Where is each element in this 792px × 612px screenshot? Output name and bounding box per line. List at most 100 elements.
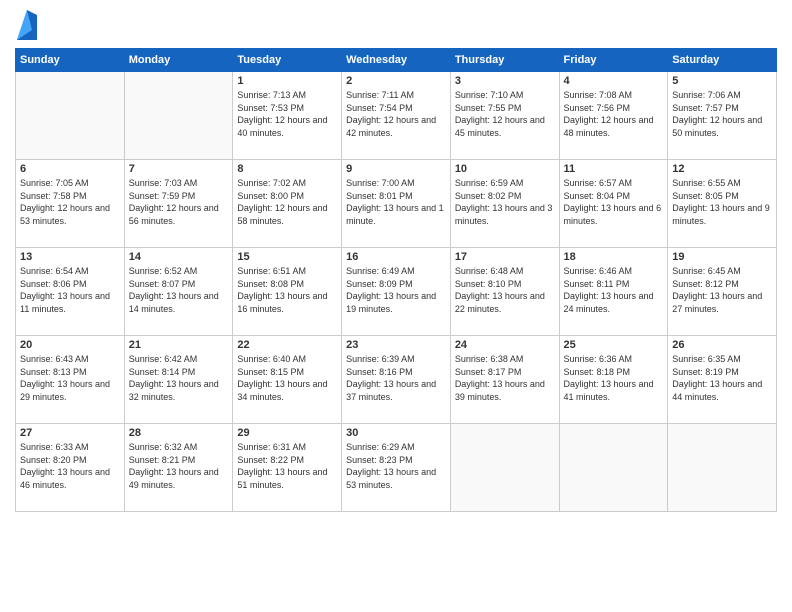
day-number: 2 bbox=[346, 75, 446, 87]
day-number: 7 bbox=[129, 163, 229, 175]
calendar-cell: 27 Sunrise: 6:33 AM Sunset: 8:20 PM Dayli… bbox=[16, 424, 125, 512]
day-number: 1 bbox=[237, 75, 337, 87]
day-number: 3 bbox=[455, 75, 555, 87]
day-info: Sunrise: 6:35 AM Sunset: 8:19 PM Dayligh… bbox=[672, 353, 772, 403]
calendar-cell bbox=[450, 424, 559, 512]
day-number: 16 bbox=[346, 251, 446, 263]
calendar-cell: 18 Sunrise: 6:46 AM Sunset: 8:11 PM Dayli… bbox=[559, 248, 668, 336]
day-number: 20 bbox=[20, 339, 120, 351]
day-number: 21 bbox=[129, 339, 229, 351]
day-number: 11 bbox=[564, 163, 664, 175]
calendar-cell: 2 Sunrise: 7:11 AM Sunset: 7:54 PM Daylig… bbox=[342, 72, 451, 160]
week-row-0: 1 Sunrise: 7:13 AM Sunset: 7:53 PM Daylig… bbox=[16, 72, 777, 160]
weekday-header-tuesday: Tuesday bbox=[233, 49, 342, 72]
day-info: Sunrise: 6:51 AM Sunset: 8:08 PM Dayligh… bbox=[237, 265, 337, 315]
day-info: Sunrise: 6:46 AM Sunset: 8:11 PM Dayligh… bbox=[564, 265, 664, 315]
day-number: 8 bbox=[237, 163, 337, 175]
calendar-cell: 6 Sunrise: 7:05 AM Sunset: 7:58 PM Daylig… bbox=[16, 160, 125, 248]
page: SundayMondayTuesdayWednesdayThursdayFrid… bbox=[0, 0, 792, 612]
day-info: Sunrise: 7:00 AM Sunset: 8:01 PM Dayligh… bbox=[346, 177, 446, 227]
day-info: Sunrise: 6:59 AM Sunset: 8:02 PM Dayligh… bbox=[455, 177, 555, 227]
calendar-cell: 29Sunrise: 6:31 AM Sunset: 8:22 PM Dayli… bbox=[233, 424, 342, 512]
day-info: Sunrise: 7:10 AM Sunset: 7:55 PM Dayligh… bbox=[455, 89, 555, 139]
calendar-cell: 21Sunrise: 6:42 AM Sunset: 8:14 PM Dayli… bbox=[124, 336, 233, 424]
day-number: 27 bbox=[20, 427, 120, 439]
calendar-cell bbox=[124, 72, 233, 160]
week-row-4: 27 Sunrise: 6:33 AM Sunset: 8:20 PM Dayli… bbox=[16, 424, 777, 512]
day-info: Sunrise: 7:02 AM Sunset: 8:00 PM Dayligh… bbox=[237, 177, 337, 227]
day-info: Sunrise: 7:08 AM Sunset: 7:56 PM Dayligh… bbox=[564, 89, 664, 139]
calendar-cell: 11 Sunrise: 6:57 AM Sunset: 8:04 PM Dayli… bbox=[559, 160, 668, 248]
calendar-cell bbox=[668, 424, 777, 512]
day-info: Sunrise: 6:38 AM Sunset: 8:17 PM Dayligh… bbox=[455, 353, 555, 403]
calendar-cell: 17 Sunrise: 6:48 AM Sunset: 8:10 PM Dayli… bbox=[450, 248, 559, 336]
day-number: 26 bbox=[672, 339, 772, 351]
day-number: 30 bbox=[346, 427, 446, 439]
calendar-cell: 1 Sunrise: 7:13 AM Sunset: 7:53 PM Daylig… bbox=[233, 72, 342, 160]
calendar-cell: 15 Sunrise: 6:51 AM Sunset: 8:08 PM Dayli… bbox=[233, 248, 342, 336]
day-info: Sunrise: 7:13 AM Sunset: 7:53 PM Dayligh… bbox=[237, 89, 337, 139]
day-info: Sunrise: 6:39 AM Sunset: 8:16 PM Dayligh… bbox=[346, 353, 446, 403]
calendar-cell: 7 Sunrise: 7:03 AM Sunset: 7:59 PM Daylig… bbox=[124, 160, 233, 248]
calendar-cell: 23 Sunrise: 6:39 AM Sunset: 8:16 PM Dayli… bbox=[342, 336, 451, 424]
day-info: Sunrise: 6:54 AM Sunset: 8:06 PM Dayligh… bbox=[20, 265, 120, 315]
day-info: Sunrise: 6:29 AM Sunset: 8:23 PM Dayligh… bbox=[346, 441, 446, 491]
day-info: Sunrise: 7:05 AM Sunset: 7:58 PM Dayligh… bbox=[20, 177, 120, 227]
day-number: 19 bbox=[672, 251, 772, 263]
calendar-cell: 5Sunrise: 7:06 AM Sunset: 7:57 PM Daylig… bbox=[668, 72, 777, 160]
day-info: Sunrise: 6:32 AM Sunset: 8:21 PM Dayligh… bbox=[129, 441, 229, 491]
day-info: Sunrise: 6:48 AM Sunset: 8:10 PM Dayligh… bbox=[455, 265, 555, 315]
day-info: Sunrise: 6:36 AM Sunset: 8:18 PM Dayligh… bbox=[564, 353, 664, 403]
day-info: Sunrise: 6:33 AM Sunset: 8:20 PM Dayligh… bbox=[20, 441, 120, 491]
header bbox=[15, 10, 777, 40]
calendar-cell: 28 Sunrise: 6:32 AM Sunset: 8:21 PM Dayli… bbox=[124, 424, 233, 512]
day-number: 6 bbox=[20, 163, 120, 175]
day-number: 15 bbox=[237, 251, 337, 263]
day-number: 24 bbox=[455, 339, 555, 351]
day-number: 17 bbox=[455, 251, 555, 263]
calendar-cell bbox=[559, 424, 668, 512]
weekday-header-monday: Monday bbox=[124, 49, 233, 72]
week-row-3: 20 Sunrise: 6:43 AM Sunset: 8:13 PM Dayli… bbox=[16, 336, 777, 424]
day-number: 22 bbox=[237, 339, 337, 351]
logo bbox=[15, 10, 37, 40]
calendar-cell: 24 Sunrise: 6:38 AM Sunset: 8:17 PM Dayli… bbox=[450, 336, 559, 424]
calendar-cell: 9 Sunrise: 7:00 AM Sunset: 8:01 PM Daylig… bbox=[342, 160, 451, 248]
day-info: Sunrise: 7:03 AM Sunset: 7:59 PM Dayligh… bbox=[129, 177, 229, 227]
day-info: Sunrise: 7:11 AM Sunset: 7:54 PM Dayligh… bbox=[346, 89, 446, 139]
day-info: Sunrise: 6:40 AM Sunset: 8:15 PM Dayligh… bbox=[237, 353, 337, 403]
calendar-cell: 19 Sunrise: 6:45 AM Sunset: 8:12 PM Dayli… bbox=[668, 248, 777, 336]
day-number: 12 bbox=[672, 163, 772, 175]
weekday-header-sunday: Sunday bbox=[16, 49, 125, 72]
calendar-cell: 12 Sunrise: 6:55 AM Sunset: 8:05 PM Dayli… bbox=[668, 160, 777, 248]
day-info: Sunrise: 6:31 AM Sunset: 8:22 PM Dayligh… bbox=[237, 441, 337, 491]
day-number: 28 bbox=[129, 427, 229, 439]
day-info: Sunrise: 6:55 AM Sunset: 8:05 PM Dayligh… bbox=[672, 177, 772, 227]
calendar-table: SundayMondayTuesdayWednesdayThursdayFrid… bbox=[15, 48, 777, 512]
day-info: Sunrise: 7:06 AM Sunset: 7:57 PM Dayligh… bbox=[672, 89, 772, 139]
calendar-cell: 8 Sunrise: 7:02 AM Sunset: 8:00 PM Daylig… bbox=[233, 160, 342, 248]
calendar-cell: 20 Sunrise: 6:43 AM Sunset: 8:13 PM Dayli… bbox=[16, 336, 125, 424]
calendar-cell: 22 Sunrise: 6:40 AM Sunset: 8:15 PM Dayli… bbox=[233, 336, 342, 424]
calendar-cell: 26 Sunrise: 6:35 AM Sunset: 8:19 PM Dayli… bbox=[668, 336, 777, 424]
day-number: 18 bbox=[564, 251, 664, 263]
calendar-cell: 13Sunrise: 6:54 AM Sunset: 8:06 PM Dayli… bbox=[16, 248, 125, 336]
day-info: Sunrise: 6:52 AM Sunset: 8:07 PM Dayligh… bbox=[129, 265, 229, 315]
day-number: 25 bbox=[564, 339, 664, 351]
logo-icon bbox=[17, 10, 37, 40]
weekday-header-friday: Friday bbox=[559, 49, 668, 72]
weekday-header-saturday: Saturday bbox=[668, 49, 777, 72]
day-info: Sunrise: 6:45 AM Sunset: 8:12 PM Dayligh… bbox=[672, 265, 772, 315]
week-row-1: 6 Sunrise: 7:05 AM Sunset: 7:58 PM Daylig… bbox=[16, 160, 777, 248]
calendar-cell: 14 Sunrise: 6:52 AM Sunset: 8:07 PM Dayli… bbox=[124, 248, 233, 336]
calendar-cell: 25 Sunrise: 6:36 AM Sunset: 8:18 PM Dayli… bbox=[559, 336, 668, 424]
calendar-cell: 10Sunrise: 6:59 AM Sunset: 8:02 PM Dayli… bbox=[450, 160, 559, 248]
day-number: 14 bbox=[129, 251, 229, 263]
day-info: Sunrise: 6:57 AM Sunset: 8:04 PM Dayligh… bbox=[564, 177, 664, 227]
week-row-2: 13Sunrise: 6:54 AM Sunset: 8:06 PM Dayli… bbox=[16, 248, 777, 336]
calendar-cell: 3 Sunrise: 7:10 AM Sunset: 7:55 PM Daylig… bbox=[450, 72, 559, 160]
day-info: Sunrise: 6:43 AM Sunset: 8:13 PM Dayligh… bbox=[20, 353, 120, 403]
day-number: 23 bbox=[346, 339, 446, 351]
day-number: 9 bbox=[346, 163, 446, 175]
calendar-cell: 4Sunrise: 7:08 AM Sunset: 7:56 PM Daylig… bbox=[559, 72, 668, 160]
